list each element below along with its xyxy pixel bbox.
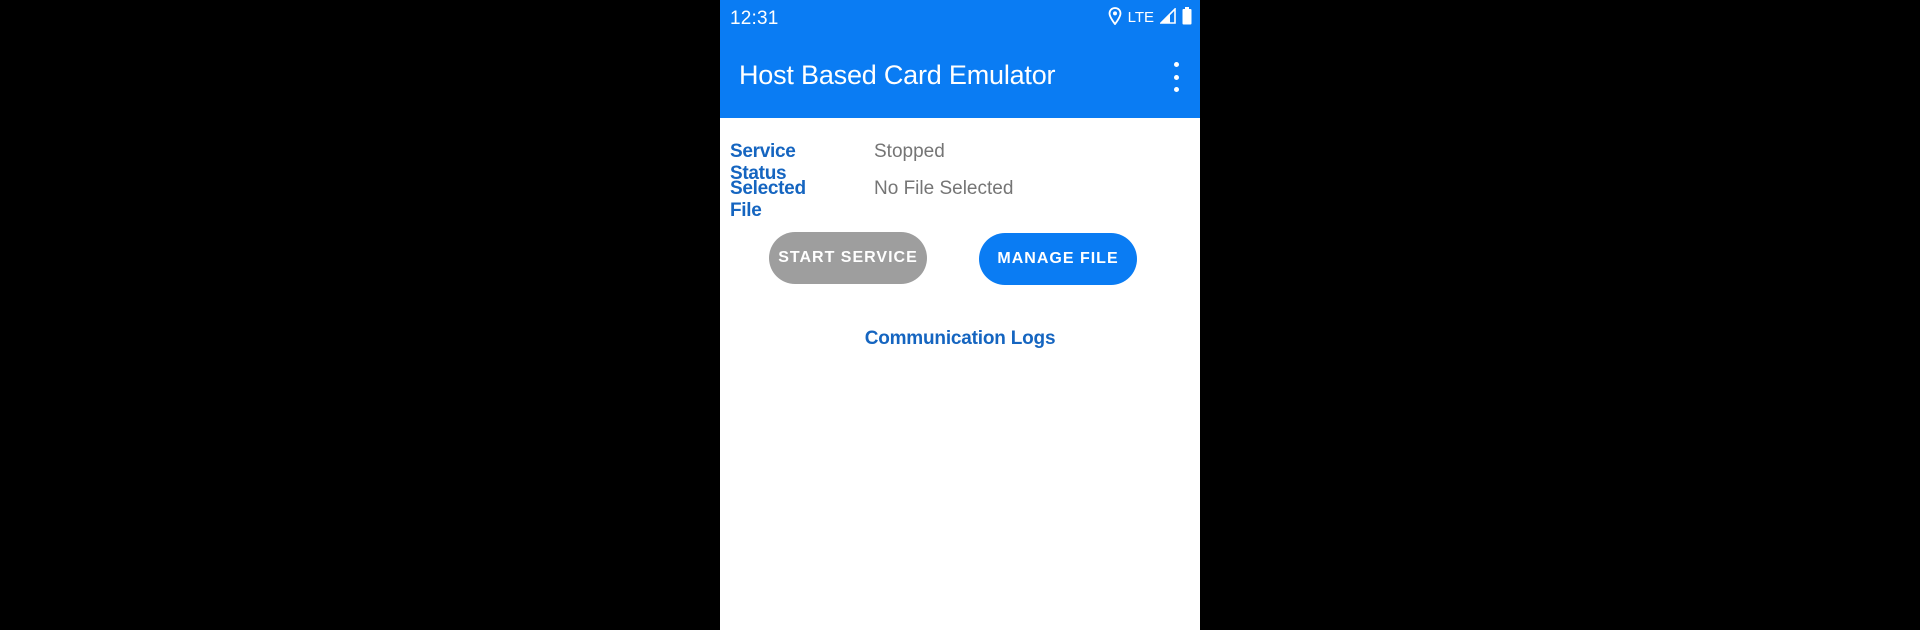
menu-dot xyxy=(1173,62,1179,67)
app-bar: Host Based Card Emulator xyxy=(720,36,1200,118)
network-type: LTE xyxy=(1127,9,1154,26)
status-icons: LTE xyxy=(1108,6,1192,30)
communication-logs-link[interactable]: Communication Logs xyxy=(720,328,1200,350)
app-title: Host Based Card Emulator xyxy=(739,60,1056,90)
status-time: 12:31 xyxy=(730,8,779,29)
menu-dot xyxy=(1173,87,1179,92)
battery-icon xyxy=(1182,6,1192,30)
selected-file-value: No File Selected xyxy=(874,178,1014,199)
manage-file-button[interactable]: MANAGE FILE xyxy=(979,233,1137,285)
status-bar: 12:31 LTE xyxy=(720,0,1200,36)
phone-screen: 12:31 LTE Host Based Card Emulator Servi… xyxy=(720,0,1200,630)
signal-icon xyxy=(1159,6,1176,29)
start-service-button[interactable]: START SERVICE xyxy=(769,232,927,284)
service-status-value: Stopped xyxy=(874,141,945,162)
more-vert-icon[interactable] xyxy=(1166,62,1186,92)
location-icon xyxy=(1108,6,1122,30)
selected-file-label: Selected File xyxy=(730,178,806,221)
menu-dot xyxy=(1173,74,1179,80)
